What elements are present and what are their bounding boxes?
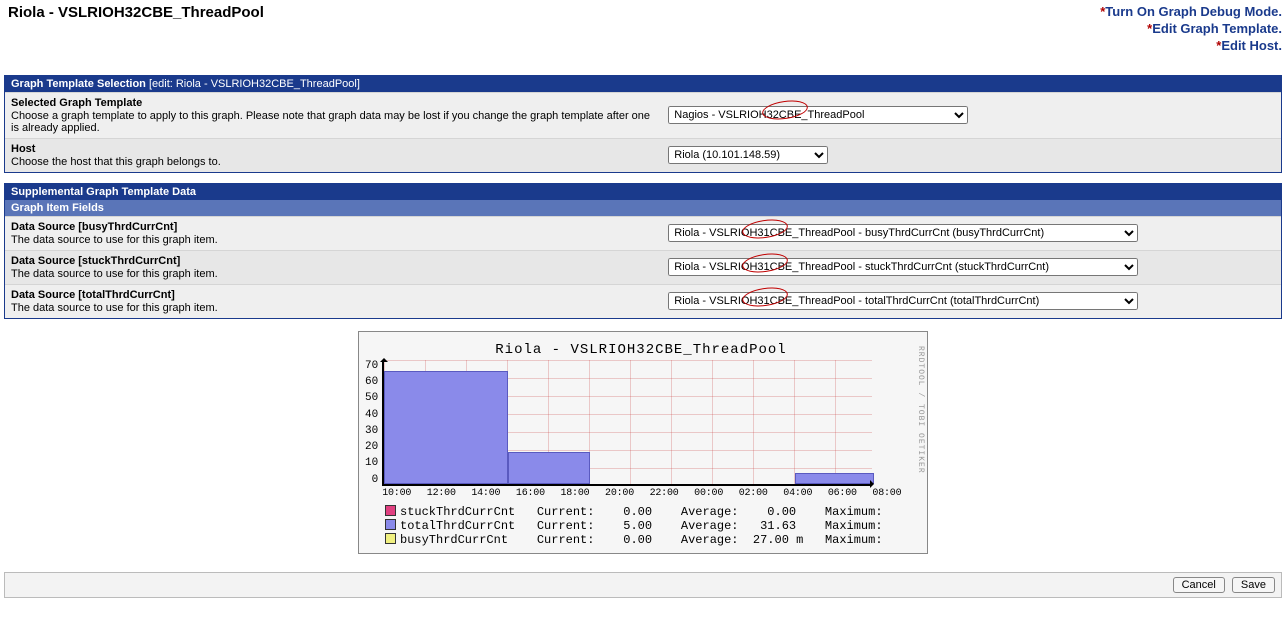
select-graph-template[interactable]: Nagios - VSLRIOH32CBE_ThreadPool — [668, 106, 968, 124]
desc-host: Choose the host that this graph belongs … — [11, 156, 658, 168]
graph-template-selection-section: Graph Template Selection [edit: Riola - … — [4, 75, 1282, 173]
link-debug-mode[interactable]: Turn On Graph Debug Mode. — [1105, 4, 1282, 19]
supplemental-section: Supplemental Graph Template Data Graph I… — [4, 183, 1282, 319]
chart-legend: stuckThrdCurrCnt Current: 0.00 Average: … — [365, 505, 917, 547]
chart-plot-area — [382, 360, 872, 486]
cancel-button[interactable]: Cancel — [1173, 577, 1225, 593]
label-ds-busy: Data Source [busyThrdCurrCnt] — [11, 221, 658, 233]
select-ds-total[interactable]: Riola - VSLRIOH31CBE_ThreadPool - totalT… — [668, 292, 1138, 310]
chart-y-axis: 70 60 50 40 30 20 10 0 — [365, 360, 382, 486]
link-edit-template[interactable]: Edit Graph Template. — [1152, 21, 1282, 36]
subheader-graph-items: Graph Item Fields — [5, 200, 1281, 216]
desc-selected-template: Choose a graph template to apply to this… — [11, 110, 658, 134]
label-host: Host — [11, 143, 658, 155]
label-selected-template: Selected Graph Template — [11, 97, 658, 109]
select-ds-stuck[interactable]: Riola - VSLRIOH31CBE_ThreadPool - stuckT… — [668, 258, 1138, 276]
chart-watermark: RRDTOOL / TOBI OETIKER — [916, 346, 925, 474]
select-host[interactable]: Riola (10.101.148.59) — [668, 146, 828, 164]
label-ds-total: Data Source [totalThrdCurrCnt] — [11, 289, 658, 301]
link-edit-host[interactable]: Edit Host. — [1221, 38, 1282, 53]
section-header-gts: Graph Template Selection [edit: Riola - … — [5, 76, 1281, 92]
section-header-sup: Supplemental Graph Template Data — [5, 184, 1281, 200]
thread-pool-chart: RRDTOOL / TOBI OETIKER Riola - VSLRIOH32… — [358, 331, 928, 554]
page-title: Riola - VSLRIOH32CBE_ThreadPool — [4, 4, 264, 21]
label-ds-stuck: Data Source [stuckThrdCurrCnt] — [11, 255, 658, 267]
top-links: *Turn On Graph Debug Mode. *Edit Graph T… — [1100, 4, 1282, 55]
select-ds-busy[interactable]: Riola - VSLRIOH31CBE_ThreadPool - busyTh… — [668, 224, 1138, 242]
footer-bar: Cancel Save — [4, 572, 1282, 598]
chart-x-axis: 10:00 12:00 14:00 16:00 18:00 20:00 22:0… — [382, 488, 917, 499]
chart-title: Riola - VSLRIOH32CBE_ThreadPool — [365, 338, 917, 360]
save-button[interactable]: Save — [1232, 577, 1275, 593]
